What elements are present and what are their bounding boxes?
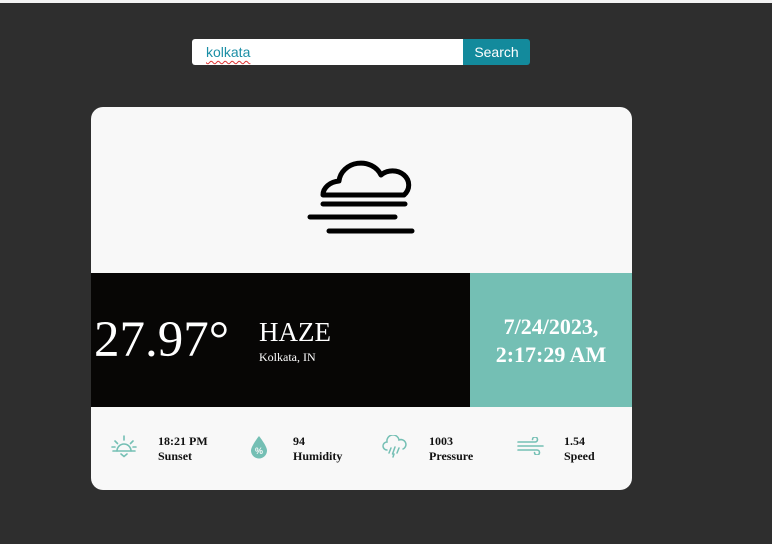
weather-condition: HAZE	[259, 317, 331, 347]
sunset-value: 18:21 PM	[158, 434, 208, 448]
search-bar: Search	[192, 39, 530, 65]
date-time-panel: 7/24/2023, 2:17:29 AM	[470, 273, 632, 407]
humidity-label: Humidity	[293, 449, 343, 463]
sunset-label: Sunset	[158, 449, 193, 463]
temperature-value: 27.97°	[94, 312, 230, 368]
temperature-panel: 27.97° HAZE Kolkata, IN	[91, 273, 470, 407]
haze-icon	[307, 160, 415, 234]
svg-text:%: %	[255, 446, 263, 456]
weather-card: 27.97° HAZE Kolkata, IN 7/24/2023, 2:17:…	[91, 107, 632, 490]
humidity-icon: %	[251, 436, 267, 459]
date-value: 7/24/2023,	[503, 314, 599, 339]
wind-icon	[517, 437, 544, 455]
sunset-icon	[111, 435, 137, 458]
search-button[interactable]: Search	[463, 39, 530, 65]
pressure-icon	[382, 435, 407, 458]
humidity-value: 94	[293, 434, 305, 448]
weather-icon-area	[91, 107, 632, 273]
top-border	[0, 0, 772, 3]
search-input[interactable]	[192, 39, 463, 65]
wind-speed-value: 1.54	[564, 434, 585, 448]
weather-location: Kolkata, IN	[259, 350, 316, 364]
weather-stats: 18:21 PM Sunset % 94 Humidity 1003 Press…	[91, 407, 632, 490]
pressure-value: 1003	[429, 434, 453, 448]
pressure-label: Pressure	[429, 449, 474, 463]
wind-speed-label: Speed	[564, 449, 595, 463]
time-value: 2:17:29 AM	[495, 342, 607, 367]
